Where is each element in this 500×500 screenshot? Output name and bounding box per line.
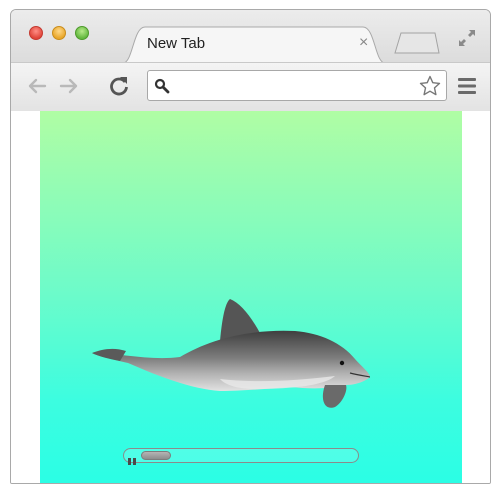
zoom-window-button[interactable] xyxy=(75,26,89,40)
tab-title: New Tab xyxy=(147,35,206,52)
tab-close-button[interactable]: × xyxy=(359,35,368,51)
reload-icon[interactable] xyxy=(107,74,131,98)
dolphin-image xyxy=(92,299,370,408)
tab-new-tab[interactable]: New Tab × xyxy=(123,25,385,63)
toolbar xyxy=(11,62,490,112)
new-tab-icon[interactable] xyxy=(391,31,443,55)
progress-bar[interactable] xyxy=(141,451,171,460)
hamburger-menu-icon[interactable] xyxy=(457,76,477,96)
fullscreen-arrows-icon[interactable] xyxy=(458,29,476,47)
browser-window: New Tab × xyxy=(10,9,491,484)
video-player[interactable] xyxy=(40,111,462,483)
title-bar: New Tab × xyxy=(11,10,490,63)
omnibox[interactable] xyxy=(147,70,447,101)
forward-arrow-icon[interactable] xyxy=(57,74,81,98)
close-window-button[interactable] xyxy=(29,26,43,40)
pause-icon[interactable] xyxy=(128,452,136,465)
video-controls xyxy=(123,448,359,465)
minimize-window-button[interactable] xyxy=(52,26,66,40)
star-icon[interactable] xyxy=(418,74,442,98)
page-content xyxy=(11,111,490,483)
search-icon xyxy=(154,78,170,94)
back-arrow-icon[interactable] xyxy=(25,74,49,98)
address-input[interactable] xyxy=(176,75,410,99)
